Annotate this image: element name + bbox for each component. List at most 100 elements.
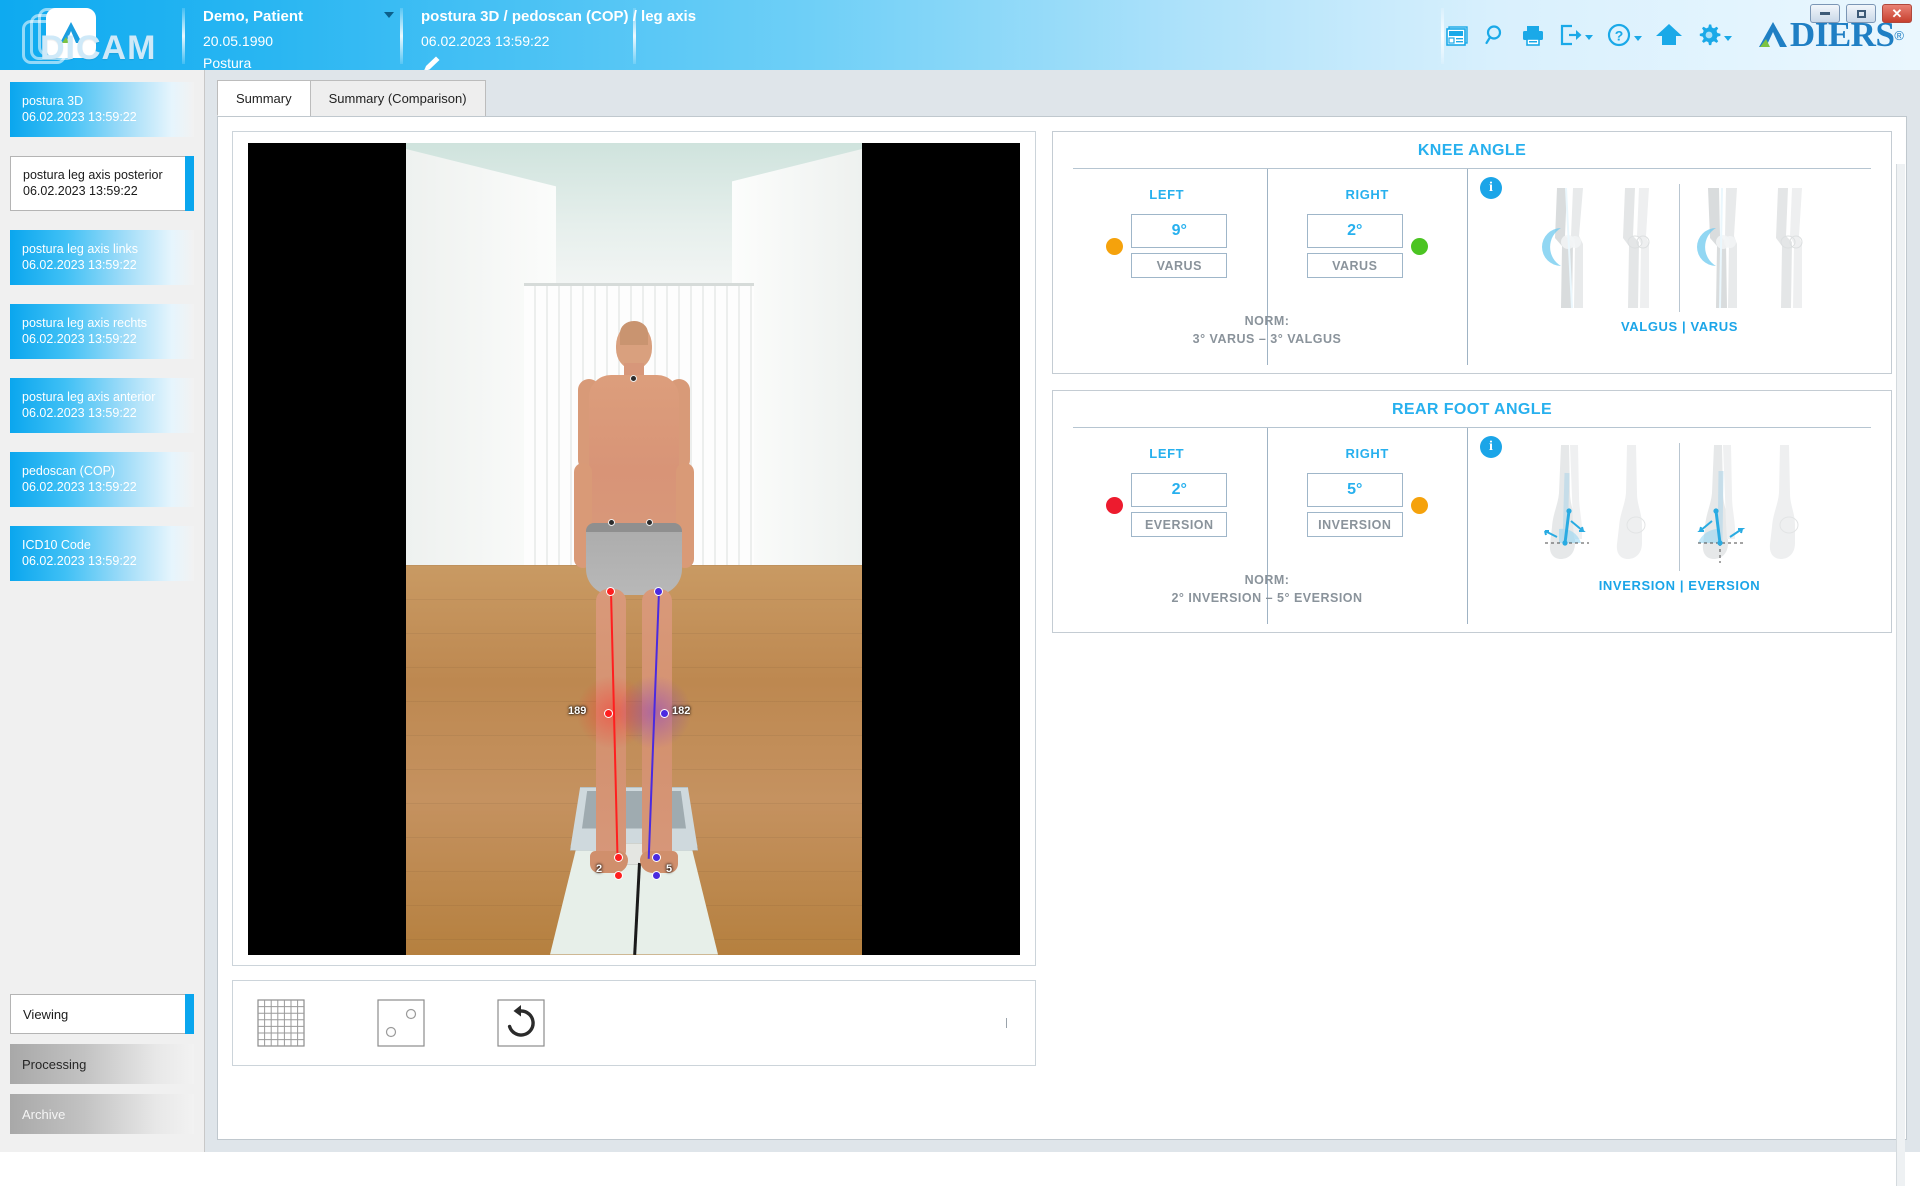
markers-icon[interactable] [377,999,425,1047]
sidebar-item-leg-axis-anterior[interactable]: postura leg axis anterior 06.02.2023 13:… [10,378,194,433]
sidebar-item-leg-axis-links[interactable]: postura leg axis links 06.02.2023 13:59:… [10,230,194,285]
tab-summary-comparison[interactable]: Summary (Comparison) [309,80,486,116]
study-item-date: 06.02.2023 13:59:22 [23,183,138,198]
patient-name: Demo, Patient [203,8,304,25]
right-axis-point-ankle [652,852,661,862]
svg-text:?: ? [1615,28,1624,44]
sidebar-item-icd10-code[interactable]: ICD10 Code 06.02.2023 13:59:22 [10,526,194,581]
left-axis-point-ankle [614,852,623,862]
home-icon[interactable] [1655,22,1683,48]
foot-norm-label: NORM: [1244,572,1290,587]
study-item-name: postura leg axis posterior [23,167,163,182]
reset-rotate-icon[interactable] [497,999,545,1047]
rear-foot-illustration: i INVERSION | EVERSION [1467,428,1877,624]
foot-eversion-illustration [1680,443,1832,571]
study-item-date: 06.02.2023 13:59:22 [22,405,137,420]
study-item-name: pedoscan (COP) [22,463,116,478]
study-item-name: postura leg axis anterior [22,389,156,404]
knee-illustration: i VALGUS | VARUS [1467,169,1877,365]
knee-left-value: 9° [1131,214,1228,248]
study-list: postura 3D 06.02.2023 13:59:22 postura l… [0,70,204,984]
sidebar-item-leg-axis-posterior[interactable]: postura leg axis posterior 06.02.2023 13… [10,156,194,211]
foot-norm-value: 2° INVERSION – 5° EVERSION [1171,591,1363,606]
knee-varus-illustration [1680,184,1832,312]
study-item-name: ICD10 Code [22,537,91,552]
app-name: DICAM [40,29,157,67]
study-title: postura 3D / pedoscan (COP) / leg axis [421,8,697,25]
foot-left-status-dot [1106,496,1124,514]
right-axis-point-heel [652,870,661,880]
study-item-date: 06.02.2023 13:59:22 [22,331,137,346]
sidebar-item-postura-3d[interactable]: postura 3D 06.02.2023 13:59:22 [10,82,194,137]
foot-left-direction: EVERSION [1131,512,1228,537]
rear-foot-illustration-caption: INVERSION | EVERSION [1598,578,1761,593]
print-icon[interactable] [1520,23,1546,47]
patient-photo[interactable]: 189 2 182 5 [248,142,1020,955]
knee-angle-title: KNEE ANGLE [1417,142,1527,159]
main-content: Summary Summary (Comparison) 189 2 182 5… [205,70,1920,1186]
diers-logo-icon [1758,22,1787,47]
left-axis-point-hip [606,586,615,596]
study-item-name: postura leg axis rechts [22,315,148,330]
mode-button-processing[interactable]: Processing [10,1044,194,1084]
content-scrollbar[interactable] [1896,164,1905,1186]
rear-foot-values: LEFT 2° EVERSION RIGHT 5° INVERSION NORM… [1067,428,1467,624]
window-maximize-button[interactable] [1846,4,1876,23]
knee-info-icon[interactable]: i [1480,177,1502,199]
help-dropdown-icon[interactable] [1633,36,1642,41]
study-datetime: 06.02.2023 13:59:22 [421,33,550,49]
mode-button-viewing[interactable]: Viewing [10,994,194,1034]
mode-button-archive[interactable]: Archive [10,1094,194,1134]
settings-dropdown-icon[interactable] [1723,36,1732,41]
summary-panel: 189 2 182 5 KNEE ANGLE LEFT 9° VARUS RIG… [217,116,1907,1186]
rear-foot-angle-title: REAR FOOT ANGLE [1391,401,1553,418]
knee-left-status-dot [1106,237,1124,255]
rear-foot-info-icon[interactable]: i [1480,436,1502,458]
study-item-date: 06.02.2023 13:59:22 [22,257,137,272]
knee-right-status-dot [1410,237,1428,255]
grid-icon[interactable] [257,999,305,1047]
foot-right-direction: INVERSION [1306,512,1403,537]
knee-angle-card: KNEE ANGLE LEFT 9° VARUS RIGHT 2° VARUS … [1052,131,1892,374]
image-viewer[interactable]: 189 2 182 5 [232,131,1036,966]
left-knee-angle-label: 189 [568,704,587,717]
knee-norm-value: 3° VARUS – 3° VALGUS [1192,332,1342,347]
marker-psis-right [646,518,653,526]
knee-norm-label: NORM: [1244,313,1290,328]
export-dropdown-icon[interactable] [1584,35,1593,40]
toolbar-cursor-mark [1006,1018,1007,1028]
left-ankle-angle-label: 2 [596,862,603,875]
right-axis-point-hip [654,586,663,596]
foot-right-status-dot [1410,496,1428,514]
foot-left-label: LEFT [1149,446,1185,461]
foot-norm: NORM: 2° INVERSION – 5° EVERSION [1067,571,1467,609]
left-axis-point-knee [604,708,613,718]
window-close-button[interactable]: ✕ [1882,4,1912,23]
study-info: postura 3D / pedoscan (COP) / leg axis 0… [403,0,697,71]
search-icon[interactable] [1483,23,1507,47]
study-item-date: 06.02.2023 13:59:22 [22,553,137,568]
knee-left-direction: VARUS [1131,253,1228,278]
help-icon[interactable]: ? [1606,22,1642,48]
knee-right-label: RIGHT [1345,187,1389,202]
marker-psis-left [608,518,615,526]
tab-bar: Summary Summary (Comparison) [205,70,1920,116]
foot-right-value: 5° [1306,473,1403,507]
news-icon[interactable] [1444,23,1470,47]
patient-info: Demo, Patient 20.05.1990 Postura [185,0,400,71]
right-axis-point-knee [660,708,669,718]
tab-summary[interactable]: Summary [217,80,311,116]
sidebar-item-pedoscan-cop[interactable]: pedoscan (COP) 06.02.2023 13:59:22 [10,452,194,507]
sidebar-item-leg-axis-rechts[interactable]: postura leg axis rechts 06.02.2023 13:59… [10,304,194,359]
photo-content: 189 2 182 5 [406,142,862,955]
knee-angle-values: LEFT 9° VARUS RIGHT 2° VARUS NORM: 3° VA… [1067,169,1467,365]
viewer-column: 189 2 182 5 [218,117,1048,1139]
knee-right-direction: VARUS [1306,253,1403,278]
patient-dropdown-icon[interactable] [384,12,394,18]
patient-module: Postura [203,55,252,71]
export-icon[interactable] [1559,23,1593,47]
settings-icon[interactable] [1696,22,1732,48]
left-sidebar: postura 3D 06.02.2023 13:59:22 postura l… [0,70,205,1152]
foot-left-value: 2° [1131,473,1228,507]
window-minimize-button[interactable] [1810,4,1840,23]
